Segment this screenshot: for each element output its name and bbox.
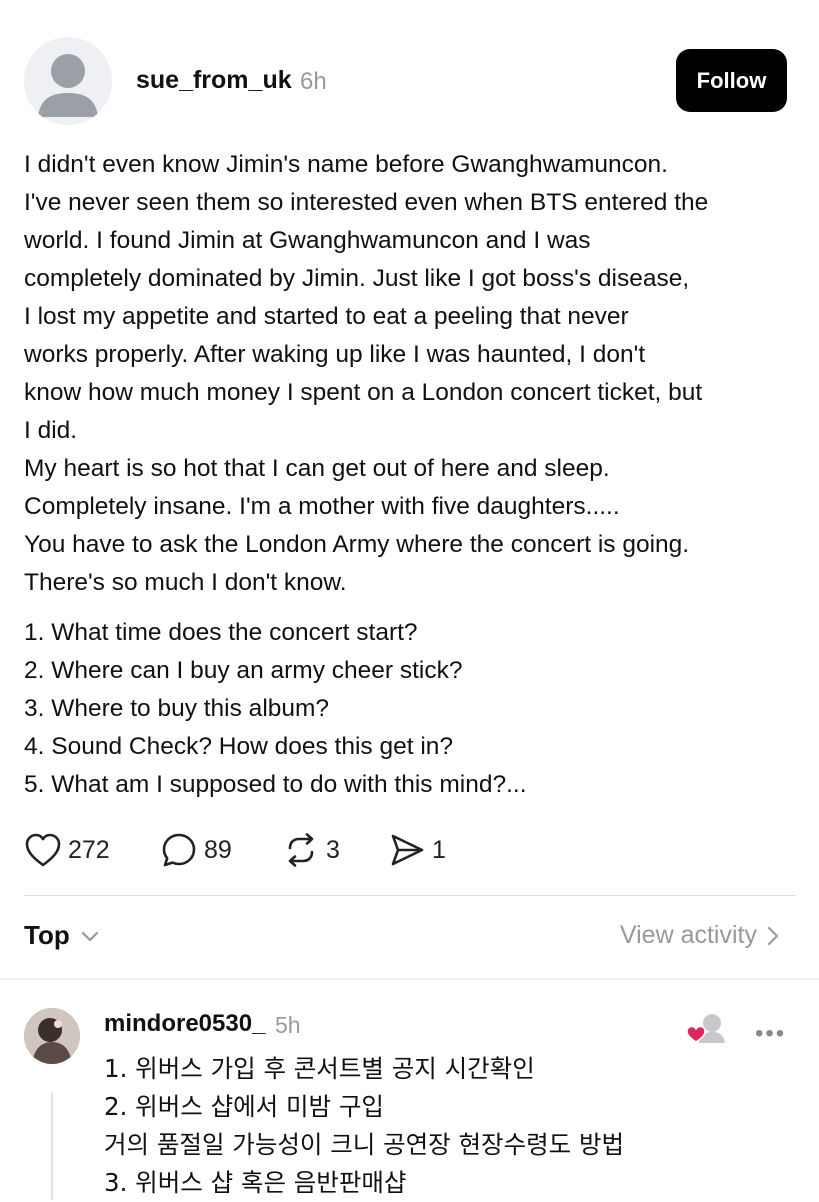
sort-dropdown[interactable]: Top: [24, 920, 102, 951]
reply-body-line: 거의 품절일 가능성이 크니 공연장 현장수령도 방법: [104, 1130, 625, 1159]
repost-arrows-icon: [288, 833, 314, 867]
post-body-line: completely dominated by Jimin. Just like…: [24, 265, 690, 292]
default-user-icon: [38, 54, 98, 117]
comment-bubble-icon: [162, 833, 196, 867]
like-button[interactable]: 272: [24, 828, 110, 872]
reply-body: 1. 위버스 가입 후 콘서트별 공지 시간확인 2. 위버스 샵에서 미밤 구입…: [104, 1050, 804, 1202]
reply-username[interactable]: mindore0530_: [104, 1010, 265, 1038]
share-button[interactable]: 1: [388, 828, 446, 872]
post-body-line: know how much money I spent on a London …: [24, 379, 703, 406]
comment-button[interactable]: 89: [160, 828, 232, 872]
post-body: I didn't even know Jimin's name before G…: [24, 146, 804, 602]
divider: [24, 895, 795, 896]
reply-body-line: 3. 위버스 샵 혹은 음반판매샵: [104, 1168, 407, 1197]
sort-label: Top: [24, 920, 70, 950]
post-body-line: There's so much I don't know.: [24, 569, 347, 596]
list-item: 4. Sound Check? How does this get in?: [24, 733, 454, 760]
repost-count: 3: [326, 835, 340, 864]
post-body-line: world. I found Jimin at Gwanghwamuncon a…: [24, 227, 591, 254]
chevron-down-icon: [81, 931, 98, 941]
post-question-list: 1. What time does the concert start? 2. W…: [24, 614, 804, 804]
section-divider: [0, 978, 819, 980]
list-item: 2. Where can I buy an army cheer stick?: [24, 657, 463, 684]
post-body-line: I didn't even know Jimin's name before G…: [24, 151, 668, 178]
list-item: 5. What am I supposed to do with this mi…: [24, 771, 527, 798]
post-body-line: I've never seen them so interested even …: [24, 189, 709, 216]
author-liked-indicator: [684, 1010, 728, 1046]
author-username[interactable]: sue_from_uk: [136, 66, 292, 95]
reply-author-avatar[interactable]: [24, 1008, 80, 1064]
follow-button[interactable]: Follow: [676, 49, 787, 112]
post-body-line: I did.: [24, 417, 78, 444]
liked-by-author-icon: [686, 1014, 725, 1043]
reply-timestamp: 5h: [275, 1012, 301, 1038]
post-body-line: You have to ask the London Army where th…: [24, 531, 690, 558]
repost-button[interactable]: 3: [282, 828, 340, 872]
author-avatar[interactable]: [24, 37, 112, 125]
view-activity-label: View activity: [619, 921, 757, 949]
post-body-line: My heart is so hot that I can get out of…: [24, 455, 610, 482]
reply-body-line: 2. 위버스 샵에서 미밤 구입: [104, 1092, 384, 1121]
comment-count: 89: [204, 835, 232, 864]
share-count: 1: [432, 835, 446, 864]
send-icon: [391, 834, 424, 866]
more-options-button[interactable]: •••: [755, 1020, 786, 1048]
profile-photo: [24, 1008, 80, 1064]
heart-icon: [25, 833, 61, 867]
list-item: 3. Where to buy this album?: [24, 695, 330, 722]
view-activity-link[interactable]: View activity: [620, 921, 783, 950]
thread-line: [51, 1092, 53, 1200]
post-actions: 272 89 3 1: [24, 828, 724, 872]
post-body-line: I lost my appetite and started to eat a …: [24, 303, 629, 330]
chevron-right-icon: [767, 926, 779, 945]
like-count: 272: [68, 835, 110, 864]
reply-body-line: 1. 위버스 가입 후 콘서트별 공지 시간확인: [104, 1054, 535, 1083]
post-timestamp: 6h: [300, 68, 327, 95]
post-body-line: Completely insane. I'm a mother with fiv…: [24, 493, 620, 520]
post-body-line: works properly. After waking up like I w…: [24, 341, 646, 368]
list-item: 1. What time does the concert start?: [24, 619, 418, 646]
